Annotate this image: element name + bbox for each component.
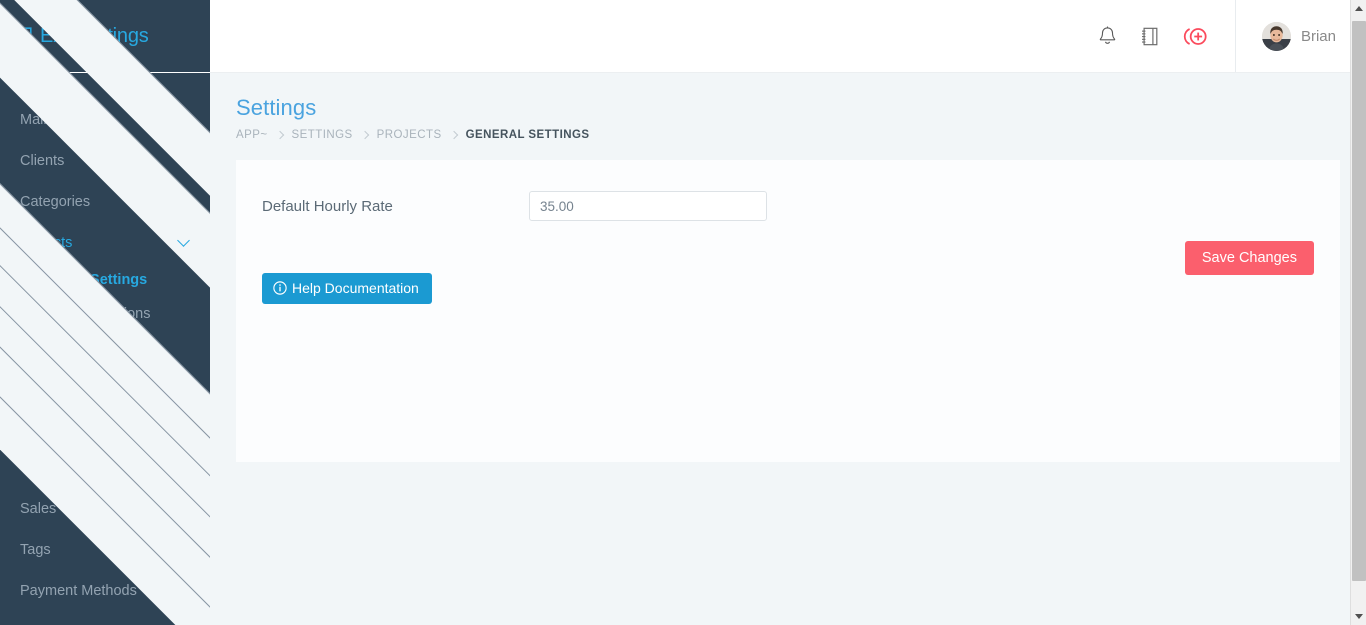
caret-up-icon (1355, 6, 1363, 11)
caret-down-icon (1355, 614, 1363, 619)
sidebar-nav: Main Settings Clients Categories Project… (0, 73, 210, 611)
help-documentation-label: Help Documentation (292, 280, 419, 296)
avatar (1262, 22, 1291, 51)
chevron-right-icon (275, 131, 283, 139)
scrollbar-up-button[interactable] (1351, 0, 1366, 17)
breadcrumb-item-settings[interactable]: SETTINGS (292, 129, 353, 141)
sidebar-item-payment-methods[interactable]: Payment Methods (0, 570, 210, 611)
breadcrumb-item-app[interactable]: APP~ (236, 129, 268, 141)
user-name-label: Brian (1301, 28, 1336, 45)
breadcrumb-item-projects[interactable]: PROJECTS (377, 129, 442, 141)
add-circle-icon-glyph (1182, 24, 1209, 49)
user-menu[interactable]: Brian (1235, 0, 1350, 72)
add-circle-icon[interactable] (1182, 24, 1209, 49)
save-changes-button[interactable]: Save Changes (1185, 241, 1314, 275)
chevron-right-icon (449, 131, 457, 139)
top-header-bar: Brian (210, 0, 1366, 73)
chevron-right-icon (360, 131, 368, 139)
info-circle-icon (273, 281, 287, 295)
scrollbar-thumb[interactable] (1352, 21, 1366, 581)
default-hourly-rate-label: Default Hourly Rate (262, 198, 529, 215)
settings-sidebar: Exit Settings Main Settings Clients Cate… (0, 0, 210, 625)
page-scrollbar[interactable] (1350, 0, 1366, 625)
bell-icon[interactable] (1097, 25, 1118, 48)
help-documentation-button[interactable]: Help Documentation (262, 273, 432, 304)
page-content: Settings APP~ SETTINGS PROJECTS GENERAL … (210, 73, 1366, 625)
breadcrumb: APP~ SETTINGS PROJECTS GENERAL SETTINGS (236, 129, 1340, 141)
page-title: Settings (236, 95, 1340, 121)
scrollbar-down-button[interactable] (1351, 608, 1366, 625)
default-hourly-rate-input[interactable] (529, 191, 767, 221)
notebook-icon-glyph (1140, 25, 1160, 48)
sidebar-item-label: Payment Methods (20, 583, 158, 599)
header-icon-group (1097, 0, 1235, 72)
avatar-photo (1262, 22, 1291, 51)
chevron-down-icon (177, 234, 190, 247)
settings-card: Default Hourly Rate Save Changes Help Do… (236, 160, 1340, 462)
notebook-icon[interactable] (1140, 25, 1160, 48)
app-root: Exit Settings Main Settings Clients Cate… (0, 0, 1366, 625)
main-region: Brian Settings APP~ SETTINGS PROJECTS GE… (210, 0, 1366, 625)
default-hourly-rate-row: Default Hourly Rate (262, 190, 1314, 222)
scrollbar-track[interactable] (1351, 17, 1366, 608)
bell-icon-glyph (1097, 25, 1118, 48)
breadcrumb-item-general-settings: GENERAL SETTINGS (466, 129, 590, 141)
